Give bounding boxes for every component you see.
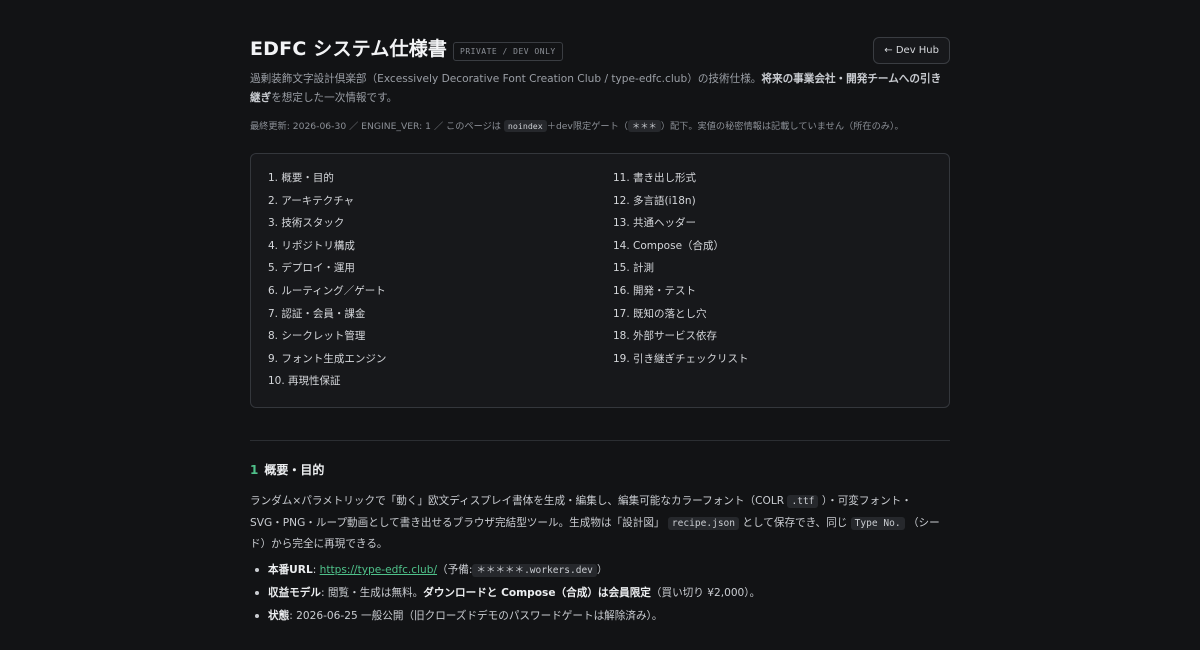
- meta-line: 最終更新: 2026-06-30 ／ ENGINE_VER: 1 ／ このページ…: [250, 118, 950, 132]
- status-text: : 2026-06-25 一般公開（旧クローズドデモのパスワードゲートは解除済み…: [289, 610, 663, 622]
- toc-item[interactable]: 7. 認証・会員・課金: [268, 306, 386, 329]
- toc-item[interactable]: 1. 概要・目的: [268, 170, 386, 193]
- para-text: ランダム×パラメトリックで「動く」欧文ディスプレイ書体を生成・編集し、編集可能な…: [250, 495, 785, 507]
- dev-hub-button[interactable]: ← Dev Hub: [873, 37, 950, 64]
- header: EDFC システム仕様書 PRIVATE / DEV ONLY ← Dev Hu…: [250, 34, 950, 68]
- meta-mid: ＋dev限定ゲート（: [546, 121, 628, 132]
- intro-text: 過剰装飾文字設計倶楽部（Excessively Decorative Font …: [250, 70, 950, 108]
- toc-item[interactable]: 18. 外部サービス依存: [613, 328, 749, 351]
- toc-item[interactable]: 12. 多言語(i18n): [613, 193, 749, 216]
- toc-item[interactable]: 11. 書き出し形式: [613, 170, 749, 193]
- intro-lead: 過剰装飾文字設計倶楽部（Excessively Decorative Font …: [250, 73, 762, 85]
- toc-item[interactable]: 6. ルーティング／ゲート: [268, 283, 386, 306]
- section-title: 概要・目的: [264, 463, 325, 477]
- list-item: 本番URL: https://type-edfc.club/（予備: ＊＊＊＊＊.…: [250, 561, 950, 584]
- revenue-label: 収益モデル: [268, 587, 321, 599]
- toc-item[interactable]: 9. フォント生成エンジン: [268, 351, 386, 374]
- toc-item[interactable]: 10. 再現性保証: [268, 373, 386, 396]
- list-item: 収益モデル: 閲覧・生成は無料。ダウンロードと Compose（合成）は会員限定…: [250, 584, 950, 607]
- para-text: （シー: [907, 516, 940, 529]
- production-url-link[interactable]: https://type-edfc.club/: [320, 564, 437, 576]
- section-paragraph: ランダム×パラメトリックで「動く」欧文ディスプレイ書体を生成・編集し、編集可能な…: [250, 491, 950, 555]
- backup-url-code: ＊＊＊＊＊.workers.dev: [472, 564, 597, 577]
- toc-item[interactable]: 14. Compose（合成）: [613, 238, 749, 261]
- toc-item[interactable]: 13. 共通ヘッダー: [613, 215, 749, 238]
- toc-item[interactable]: 8. シークレット管理: [268, 328, 386, 351]
- intro-tail: を想定した一次情報です。: [271, 92, 398, 104]
- private-badge: PRIVATE / DEV ONLY: [453, 42, 563, 61]
- gate-code: ＊＊＊: [628, 120, 661, 132]
- para-text: として保存でき、同じ: [742, 516, 848, 529]
- toc-column-left: 1. 概要・目的 2. アーキテクチャ 3. 技術スタック 4. リポジトリ構成…: [268, 170, 386, 396]
- page-title: EDFC システム仕様書: [250, 38, 448, 60]
- toc-item[interactable]: 5. デプロイ・運用: [268, 260, 386, 283]
- section-number: 1: [250, 463, 259, 477]
- toc-item[interactable]: 2. アーキテクチャ: [268, 193, 386, 216]
- toc-item[interactable]: 16. 開発・テスト: [613, 283, 749, 306]
- revenue-emphasis: ダウンロードと Compose（合成）は会員限定: [423, 587, 651, 599]
- meta-prefix: 最終更新: 2026-06-30 ／ ENGINE_VER: 1 ／ このページ…: [250, 121, 501, 132]
- url-label: 本番URL: [268, 564, 313, 576]
- backup-suffix: ）: [596, 564, 608, 576]
- list-item: 状態: 2026-06-25 一般公開（旧クローズドデモのパスワードゲートは解除…: [250, 607, 950, 630]
- toc-item[interactable]: 17. 既知の落とし穴: [613, 306, 749, 329]
- table-of-contents: 1. 概要・目的 2. アーキテクチャ 3. 技術スタック 4. リポジトリ構成…: [250, 153, 950, 408]
- overview-list: 本番URL: https://type-edfc.club/（予備: ＊＊＊＊＊.…: [250, 561, 950, 630]
- para-text: SVG・PNG・ループ動画として書き出せるブラウザ完結型ツール。生成物は「設計図…: [250, 516, 665, 529]
- backup-prefix: （予備:: [437, 564, 473, 576]
- para-text: ド）から完全に再現できる。: [250, 538, 388, 551]
- revenue-price: （買い切り ¥2,000）。: [650, 587, 761, 599]
- meta-suffix: ）配下。実値の秘密情報は記載していません（所在のみ）。: [660, 121, 904, 132]
- toc-column-right: 11. 書き出し形式 12. 多言語(i18n) 13. 共通ヘッダー 14. …: [613, 170, 749, 373]
- toc-item[interactable]: 15. 計測: [613, 260, 749, 283]
- section-heading: 1 概要・目的: [250, 461, 324, 478]
- section-divider: [250, 440, 950, 441]
- revenue-text: : 閲覧・生成は無料。: [320, 587, 424, 599]
- toc-item[interactable]: 3. 技術スタック: [268, 215, 386, 238]
- status-label: 状態: [268, 610, 290, 622]
- para-text: ）・可変フォント・: [821, 495, 912, 507]
- toc-item[interactable]: 19. 引き継ぎチェックリスト: [613, 351, 749, 374]
- noindex-code: noindex: [503, 120, 547, 132]
- recipe-code: recipe.json: [667, 516, 740, 530]
- ttf-code: .ttf: [787, 495, 819, 508]
- toc-item[interactable]: 4. リポジトリ構成: [268, 238, 386, 261]
- type-no-code: Type No.: [850, 516, 905, 530]
